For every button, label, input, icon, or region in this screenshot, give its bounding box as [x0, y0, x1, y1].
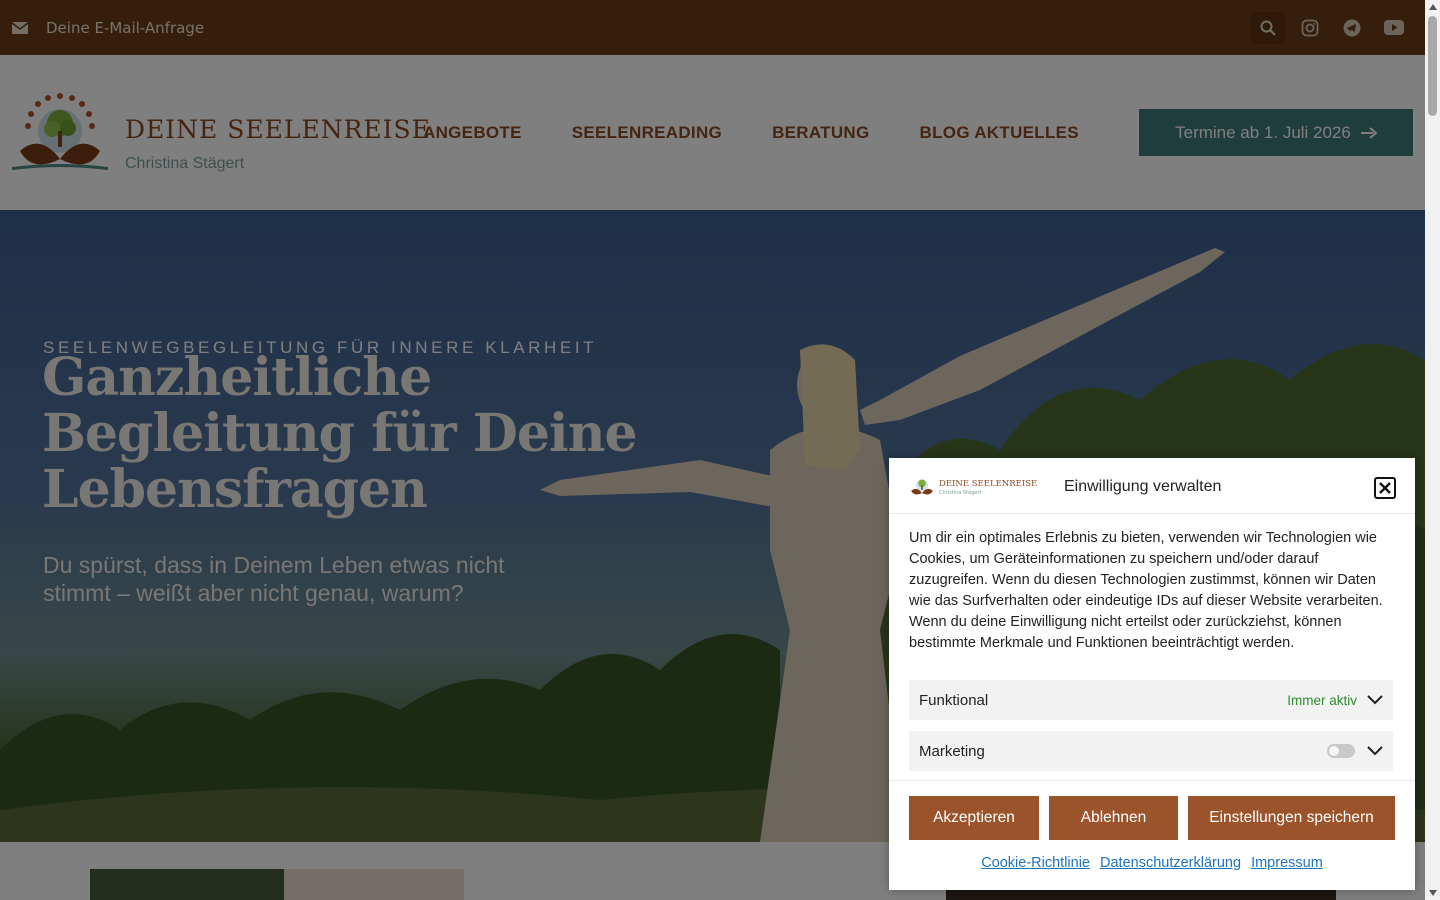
deny-button[interactable]: Ablehnen: [1049, 796, 1178, 840]
dialog-logo: DEINE SEELENREISE Christina Stägert: [909, 474, 1037, 498]
chevron-down-icon[interactable]: [1367, 745, 1383, 757]
dialog-header: DEINE SEELENREISE Christina Stägert Einw…: [889, 458, 1415, 514]
marketing-toggle[interactable]: [1327, 744, 1355, 758]
save-settings-button[interactable]: Einstellungen speichern: [1188, 796, 1395, 840]
imprint-link[interactable]: Impressum: [1251, 855, 1323, 871]
dialog-logo-owner: Christina Stägert: [939, 490, 982, 496]
close-icon: [1379, 482, 1391, 494]
always-active-status: Immer aktiv: [1287, 692, 1357, 708]
category-marketing[interactable]: Marketing: [909, 731, 1393, 771]
scroll-down-icon[interactable]: [1429, 890, 1437, 896]
dialog-title: Einwilligung verwalten: [1064, 478, 1222, 495]
chevron-down-icon[interactable]: [1367, 694, 1383, 706]
policy-links: Cookie-Richtlinie Datenschutzerklärung I…: [889, 855, 1415, 871]
close-button[interactable]: [1374, 477, 1396, 499]
category-label: Marketing: [919, 742, 985, 760]
tree-logo-icon: [911, 479, 933, 495]
dialog-footer: Akzeptieren Ablehnen Einstellungen speic…: [889, 780, 1415, 890]
scrollbar-thumb[interactable]: [1428, 16, 1437, 116]
category-functional[interactable]: Funktional Immer aktiv: [909, 680, 1393, 720]
page-scrollbar[interactable]: [1425, 0, 1440, 900]
accept-button[interactable]: Akzeptieren: [909, 796, 1039, 840]
cookie-policy-link[interactable]: Cookie-Richtlinie: [981, 855, 1090, 871]
cookie-consent-dialog: DEINE SEELENREISE Christina Stägert Einw…: [889, 458, 1415, 890]
scroll-up-icon[interactable]: [1429, 4, 1437, 10]
dialog-message: Um dir ein optimales Erlebnis zu bieten,…: [909, 530, 1383, 651]
category-label: Funktional: [919, 691, 989, 709]
dialog-logo-brand: DEINE SEELENREISE: [939, 479, 1038, 489]
privacy-policy-link[interactable]: Datenschutzerklärung: [1100, 855, 1241, 871]
